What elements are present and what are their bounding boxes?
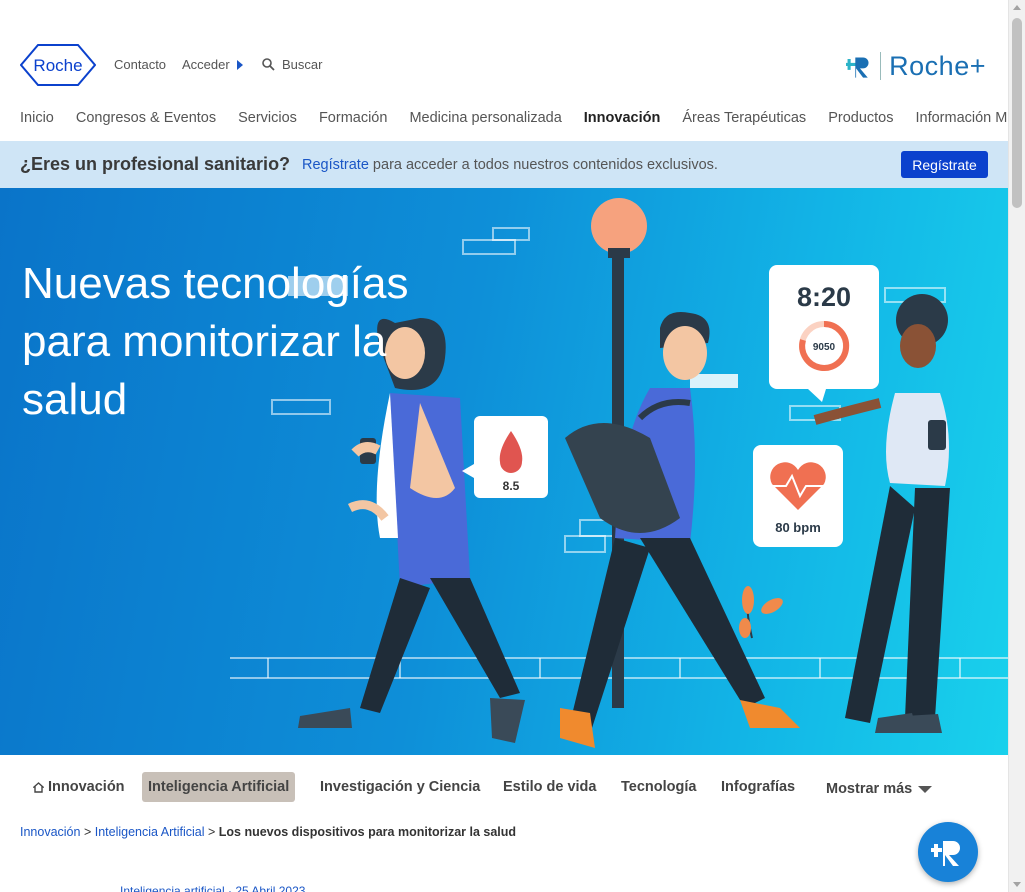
article-meta: Inteligencia artificial · 25 Abril 2023 [120,884,306,892]
glucose-card: 8.5 [462,416,548,498]
search-label: Buscar [282,57,323,72]
breadcrumb-inteligencia-artificial[interactable]: Inteligencia Artificial [95,825,205,839]
breadcrumb-separator: > [204,825,219,839]
glucose-value: 8.5 [503,479,520,493]
search-icon [262,58,275,71]
heart-rate-card: 80 bpm [753,445,843,547]
acceder-link[interactable]: Acceder [182,57,243,72]
register-button[interactable]: Regístrate [901,151,988,178]
contacto-link[interactable]: Contacto [114,57,166,72]
tab-inteligencia-artificial[interactable]: Inteligencia Artificial [142,772,296,802]
nav-item-innovacion[interactable]: Innovación [584,110,661,126]
logo-text: Roche [33,56,82,75]
hero-title: Nuevas tecnologías para monitorizar la s… [22,259,409,424]
site-header: Roche Contacto Acceder Buscar Roche+ Ini… [0,0,1008,140]
roche-plus-logo[interactable]: Roche+ [846,48,986,84]
tab-estilo-de-vida[interactable]: Estilo de vida [497,772,602,802]
caret-right-icon [236,59,243,70]
nav-item-inicio[interactable]: Inicio [20,110,54,126]
roche-plus-fab[interactable] [918,822,978,882]
breadcrumb-separator: > [80,825,95,839]
nav-item-servicios[interactable]: Servicios [238,110,297,126]
roche-logo[interactable]: Roche [20,44,96,86]
chevron-down-icon [918,785,933,793]
show-more-button[interactable]: Mostrar más [820,774,938,804]
steps-value: 9050 [813,342,836,353]
banner-question: ¿Eres un profesional sanitario? [20,154,291,174]
banner-register-link[interactable]: Regístrate [302,157,369,173]
nav-item-areas-terapeuticas[interactable]: Áreas Terapéuticas [682,110,806,126]
acceder-label: Acceder [182,57,230,72]
scroll-down-arrow-icon[interactable] [1013,882,1021,887]
page: Roche Contacto Acceder Buscar Roche+ Ini… [0,0,1008,892]
watch-card: 8:20 9050 [769,265,879,402]
tab-infografias[interactable]: Infografías [715,772,801,802]
nav-item-informacion-medica[interactable]: Información Médica [915,110,1008,126]
roche-plus-text: Roche+ [889,50,986,81]
breadcrumb: Innovación > Inteligencia Artificial > L… [20,825,516,839]
roche-plus-divider [880,52,882,80]
heart-rate-value: 80 bpm [775,520,821,535]
tab-investigacion-y-ciencia[interactable]: Investigación y Ciencia [314,772,486,802]
watch-time: 8:20 [797,282,851,312]
nav-item-formacion[interactable]: Formación [319,110,388,126]
search-button[interactable]: Buscar [262,57,322,72]
nav-item-congresos[interactable]: Congresos & Eventos [76,110,216,126]
nav-item-medicina-personalizada[interactable]: Medicina personalizada [409,110,561,126]
nav-item-productos[interactable]: Productos [828,110,893,126]
banner-description: para acceder a todos nuestros contenidos… [368,157,718,173]
vertical-scrollbar[interactable] [1008,0,1025,892]
hero-banner: 8.5 8:20 9050 80 bpm Nuevas tecnologías … [0,188,1008,755]
tab-tecnologia[interactable]: Tecnología [615,772,702,802]
breadcrumb-innovacion[interactable]: Innovación [20,825,80,839]
scrollbar-thumb[interactable] [1012,18,1022,208]
main-nav: Inicio Congresos & Eventos Servicios For… [20,110,1008,126]
roche-plus-icon [846,57,869,78]
category-tabs: Innovación Inteligencia Artificial Inves… [0,772,1008,804]
show-more-label: Mostrar más [826,781,913,797]
breadcrumb-current: Los nuevos dispositivos para monitorizar… [218,825,517,839]
tab-label: Innovación [48,779,125,795]
scroll-up-arrow-icon[interactable] [1013,5,1021,10]
registration-banner: ¿Eres un profesional sanitario? Regístra… [0,141,1008,188]
tab-innovacion[interactable]: Innovación [27,772,131,802]
home-icon [33,781,44,793]
contacto-label: Contacto [114,57,167,72]
banner-text: Regístrate para acceder a todos nuestros… [302,157,718,173]
roche-plus-icon [931,841,960,866]
